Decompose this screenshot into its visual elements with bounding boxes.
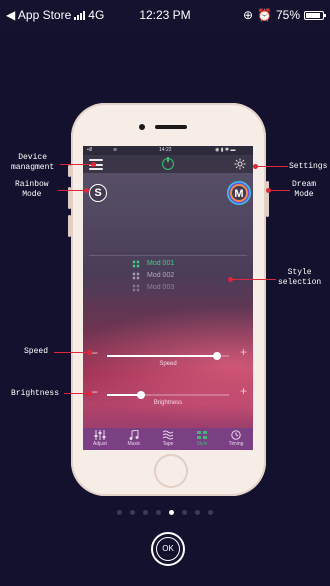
callout-style-selection: Style selection — [278, 268, 322, 287]
bottom-tab-bar: Adjust Music Tape Style Timing — [83, 428, 253, 450]
page-indicator[interactable] — [0, 510, 330, 515]
tab-label: Music — [127, 441, 141, 447]
page-dot[interactable] — [156, 510, 161, 515]
brightness-fill — [107, 394, 142, 396]
mode-label: Mod 003 — [147, 284, 175, 291]
brightness-thumb[interactable] — [137, 391, 146, 399]
tab-adjust[interactable]: Adjust — [83, 428, 117, 450]
app-toolbar — [83, 155, 253, 173]
callout-line-style — [230, 279, 276, 280]
tab-music[interactable]: Music — [117, 428, 151, 450]
page-dot[interactable] — [117, 510, 122, 515]
inner-status-icons: ◉ ▮ ✱ ▬ — [215, 147, 236, 153]
mode-list-top-divider — [89, 255, 247, 256]
callout-brightness: Brightness — [11, 389, 60, 398]
callout-dot-speed — [86, 349, 92, 355]
callout-line-brightness — [64, 393, 89, 394]
alarm-icon: ⏰ — [257, 8, 272, 22]
lock-rotation-icon: ⊕ — [242, 8, 254, 22]
callout-dot-dream — [265, 187, 271, 193]
speed-label: Speed — [159, 361, 177, 367]
callout-rainbow-mode: Rainbow Mode — [15, 180, 49, 199]
mode-label: Mod 002 — [147, 272, 175, 279]
rainbow-mode-button[interactable]: S — [89, 184, 107, 202]
speed-increase-button[interactable]: + — [240, 345, 247, 359]
page-dot[interactable] — [143, 510, 148, 515]
callout-settings: Settings — [289, 162, 328, 171]
speed-fill — [107, 355, 217, 357]
tab-label: Style — [196, 441, 208, 447]
callout-line-speed — [54, 352, 89, 353]
mode-item[interactable]: Mod 003 — [83, 284, 253, 296]
phone-mockup: ▪ill ≋ 14:22 ◉ ▮ ✱ ▬ S M Mod 001 Mod 002… — [68, 103, 269, 496]
speed-decrease-button[interactable]: − — [91, 346, 98, 360]
dream-mode-button[interactable]: M — [230, 184, 248, 202]
power-side-button — [266, 181, 269, 217]
inner-status-bar: ▪ill ≋ 14:22 ◉ ▮ ✱ ▬ — [83, 146, 253, 155]
volume-down — [68, 215, 71, 237]
brightness-increase-button[interactable]: + — [240, 384, 247, 398]
brightness-label: Brightness — [153, 400, 183, 406]
mode-icon — [132, 272, 140, 280]
tab-timing[interactable]: Timing — [219, 428, 253, 450]
mode-icon — [132, 260, 140, 268]
mode-icon — [132, 284, 140, 292]
home-button — [154, 454, 188, 488]
style-icon — [197, 431, 207, 439]
battery-percent: 75% — [275, 8, 300, 22]
callout-line-dream — [268, 190, 290, 191]
callout-dot-style — [227, 276, 233, 282]
page-dot[interactable] — [130, 510, 135, 515]
battery-icon — [304, 10, 326, 20]
brightness-decrease-button[interactable]: − — [91, 385, 98, 399]
tab-style[interactable]: Style — [185, 428, 219, 450]
callout-dot-brightness — [86, 390, 92, 396]
tab-label: Timing — [228, 441, 244, 447]
music-icon — [129, 430, 139, 440]
tab-tape[interactable]: Tape — [151, 428, 185, 450]
status-right: ⊕ ⏰ 75% — [242, 8, 326, 22]
callout-line-device — [60, 164, 93, 165]
page-dot[interactable] — [208, 510, 213, 515]
ok-label: OK — [156, 537, 180, 561]
speed-thumb[interactable] — [212, 352, 221, 360]
tape-icon — [162, 430, 174, 440]
status-bar: ◀ App Store 4G 12:23 PM ⊕ ⏰ 75% — [0, 0, 330, 30]
page-dot[interactable] — [169, 510, 174, 515]
callout-device-management: Device managment — [11, 153, 55, 172]
app-screen: ▪ill ≋ 14:22 ◉ ▮ ✱ ▬ S M Mod 001 Mod 002… — [83, 146, 253, 450]
front-camera — [139, 124, 145, 130]
inner-wifi-icon: ≋ — [113, 147, 118, 153]
callout-dot-settings — [252, 163, 258, 169]
callout-speed: Speed — [24, 347, 49, 356]
page-dot[interactable] — [182, 510, 187, 515]
page-dot[interactable] — [195, 510, 200, 515]
callout-dream-mode: Dream Mode — [292, 180, 317, 199]
mode-item[interactable]: Mod 001 — [83, 260, 253, 272]
callout-dot-device — [90, 161, 96, 167]
earpiece-speaker — [155, 125, 187, 129]
gear-icon[interactable] — [234, 158, 246, 170]
brightness-track[interactable] — [107, 391, 229, 399]
callout-line-settings — [255, 166, 288, 167]
mode-label: Mod 001 — [147, 260, 175, 267]
speed-track[interactable] — [107, 352, 229, 360]
mute-switch — [68, 165, 71, 177]
inner-signal-icon: ▪ill — [87, 147, 93, 153]
callout-dot-rainbow — [83, 187, 89, 193]
sliders-icon — [94, 430, 106, 440]
clock-icon — [231, 430, 241, 440]
power-icon[interactable] — [162, 157, 174, 170]
tab-label: Adjust — [93, 441, 107, 447]
tab-label: Tape — [162, 441, 174, 447]
callout-line-rainbow — [58, 190, 86, 191]
ok-button[interactable]: OK — [151, 532, 185, 566]
inner-time: 14:22 — [159, 147, 172, 153]
